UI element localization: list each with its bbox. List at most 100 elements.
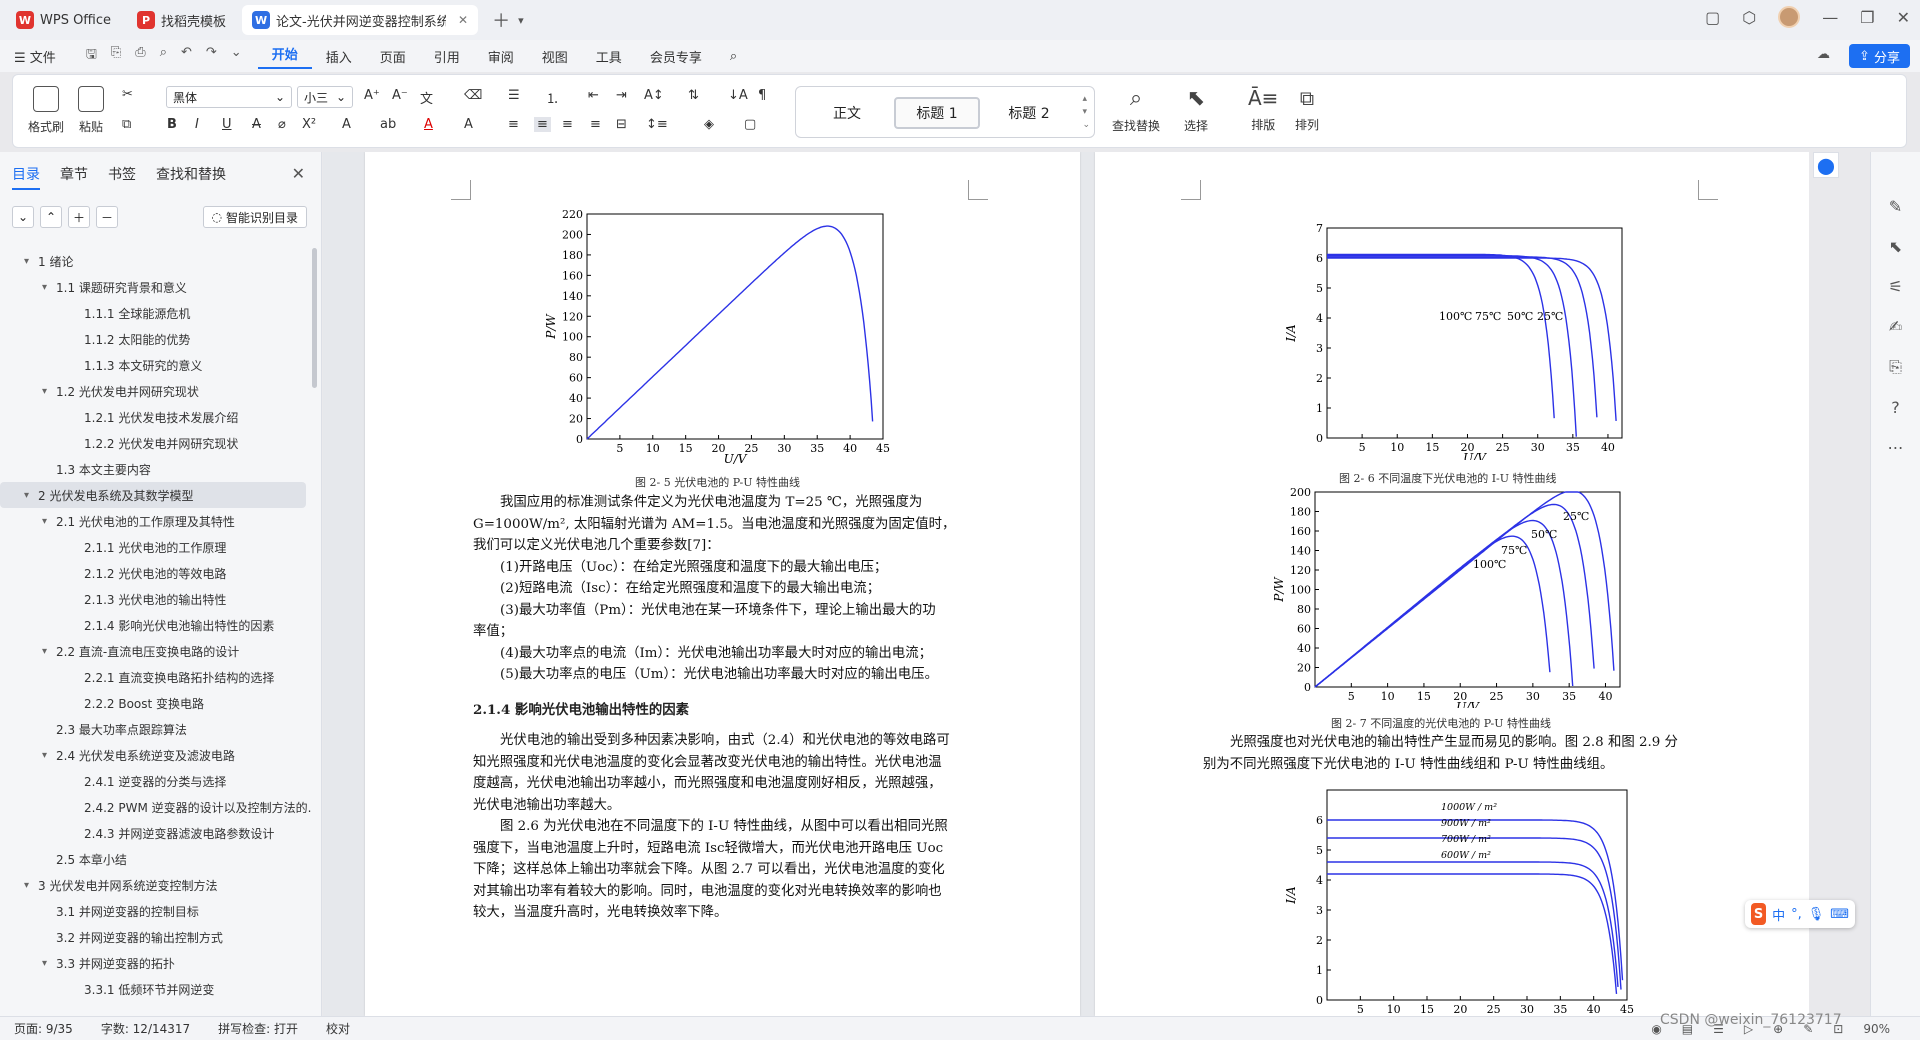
menu-start[interactable]: 开始	[257, 44, 312, 69]
tab-chapter[interactable]: 章节	[60, 164, 88, 190]
restore-icon[interactable]: ❐	[1860, 8, 1874, 27]
zoom-level[interactable]: 90%	[1863, 1022, 1890, 1036]
sliders-icon[interactable]: ⚟	[1888, 277, 1902, 296]
tab-wps-office[interactable]: W WPS Office	[6, 5, 121, 35]
toc-item[interactable]: 3.2 并网逆变器的输出控制方式	[0, 924, 312, 950]
file-menu[interactable]: ☰ 文件	[0, 47, 70, 66]
expand-arrow-icon[interactable]: ▾	[42, 958, 56, 969]
punctuation-icon[interactable]: °,	[1791, 907, 1802, 922]
paste-button[interactable]: 粘贴	[78, 86, 104, 135]
chevron-down-icon[interactable]: ⌄	[231, 45, 242, 67]
toc-item[interactable]: 3.1 并网逆变器的控制目标	[0, 898, 312, 924]
review-icon[interactable]: ⎘	[1889, 357, 1902, 377]
new-tab-icon[interactable]: ＋	[492, 7, 510, 33]
menu-page[interactable]: 页面	[366, 47, 420, 66]
font-shrink-icon[interactable]: A⁻	[392, 88, 408, 103]
proofread[interactable]: 校对	[312, 1020, 364, 1037]
style-heading-2[interactable]: 标题 2	[986, 97, 1072, 129]
toc-item[interactable]: 2.4.2 PWM 逆变器的设计以及控制方法的...	[0, 794, 312, 820]
page-count[interactable]: 页面: 9/35	[0, 1020, 87, 1037]
preview-icon[interactable]: ⌕	[160, 45, 167, 67]
expand-arrow-icon[interactable]: ▾	[24, 490, 38, 501]
more-icon[interactable]: ⋯	[1888, 438, 1904, 457]
menu-review[interactable]: 审阅	[474, 47, 528, 66]
cloud-icon[interactable]: ☁	[1817, 47, 1830, 62]
toc-item[interactable]: ▾ 2.1 光伏电池的工作原理及其特性	[0, 508, 312, 534]
strikethrough-icon[interactable]: A	[252, 117, 261, 132]
line-spacing-icon[interactable]: ↕≡	[646, 117, 668, 132]
italic-icon[interactable]: I	[195, 117, 199, 132]
align-left-icon[interactable]: ≡	[508, 117, 519, 132]
toc-item[interactable]: ▾ 1.2 光伏发电并网研究现状	[0, 378, 312, 404]
align-right-icon[interactable]: ≡	[562, 117, 573, 132]
close-icon[interactable]: ✕	[292, 164, 305, 183]
text-direction-icon[interactable]: A↕	[644, 88, 664, 103]
toc-item[interactable]: 1.2.1 光伏发电技术发展介绍	[0, 404, 312, 430]
find-replace-button[interactable]: ⌕ 查找替换	[1112, 86, 1160, 134]
copy-icon[interactable]: ⧉	[122, 117, 131, 132]
chevron-down-icon[interactable]: ▾	[518, 14, 524, 27]
font-size-select[interactable]: 小三 ⌄	[297, 86, 353, 108]
tab-toc[interactable]: 目录	[12, 164, 40, 190]
minimize-icon[interactable]: —	[1822, 8, 1838, 27]
keyboard-icon[interactable]: ⌨	[1830, 907, 1849, 922]
font-name-select[interactable]: 黑体 ⌄	[166, 86, 292, 108]
toc-item[interactable]: 2.4.1 逆变器的分类与选择	[0, 768, 312, 794]
expand-arrow-icon[interactable]: ▾	[42, 750, 56, 761]
menu-tools[interactable]: 工具	[582, 47, 636, 66]
toc-item[interactable]: 2.3 最大功率点跟踪算法	[0, 716, 312, 742]
pointer-icon[interactable]: ⬉	[1889, 237, 1902, 256]
ime-mode[interactable]: 中	[1772, 905, 1785, 924]
toc-item[interactable]: 1.2.2 光伏发电并网研究现状	[0, 430, 312, 456]
bold-icon[interactable]: B	[167, 117, 177, 132]
toc-item[interactable]: 3.3.2 高频环节并网逆变	[0, 1002, 312, 1008]
help-icon[interactable]: ?	[1891, 398, 1900, 417]
style-heading-1[interactable]: 标题 1	[894, 97, 980, 129]
cube-icon[interactable]: ⬡	[1742, 8, 1756, 27]
expand-arrow-icon[interactable]: ▾	[24, 256, 38, 267]
export-icon[interactable]: ⎘	[111, 45, 121, 67]
spell-check[interactable]: 拼写检查: 打开	[204, 1020, 312, 1037]
toc-item[interactable]: ▾ 1.1 课题研究背景和意义	[0, 274, 312, 300]
expand-arrow-icon[interactable]: ▾	[42, 646, 56, 657]
toc-item[interactable]: 2.1.1 光伏电池的工作原理	[0, 534, 312, 560]
bullet-list-icon[interactable]: ☰	[508, 88, 520, 103]
arrange-button[interactable]: ⧉ 排列	[1295, 86, 1319, 133]
style-scroll-icon[interactable]: ▴ ▾ ⌄	[1082, 93, 1090, 132]
search-icon[interactable]: ⌕	[716, 49, 751, 64]
sort-icon[interactable]: ⇅	[688, 88, 699, 103]
expand-arrow-icon[interactable]: ▾	[24, 880, 38, 891]
align-center-icon[interactable]: ≡	[534, 117, 551, 132]
menu-insert[interactable]: 插入	[312, 47, 366, 66]
toc-item[interactable]: 1.1.3 本文研究的意义	[0, 352, 312, 378]
font-grow-icon[interactable]: A⁺	[364, 88, 380, 103]
toc-item[interactable]: 2.2.1 直流变换电路拓扑结构的选择	[0, 664, 312, 690]
document-canvas[interactable]: 0 20 40 60 80 100 120 140 160 180 200 220 5 10 15 20 25 3…	[323, 152, 1809, 1016]
indent-icon[interactable]: ⇥	[616, 88, 627, 103]
menu-member[interactable]: 会员专享	[636, 47, 716, 66]
sort-az-icon[interactable]: ↓A	[728, 88, 748, 103]
add-icon[interactable]: ＋	[68, 206, 90, 228]
shading-icon[interactable]: ◈	[704, 117, 714, 132]
toc-item[interactable]: ▾ 3 光伏发电并网系统逆变控制方法	[0, 872, 312, 898]
toc-item[interactable]: 2.1.2 光伏电池的等效电路	[0, 560, 312, 586]
toc-item[interactable]: 1.1.2 太阳能的优势	[0, 326, 312, 352]
layout-icon[interactable]: ▢	[1705, 8, 1720, 27]
toc-item[interactable]: 2.5 本章小结	[0, 846, 312, 872]
expand-arrow-icon[interactable]: ▾	[42, 516, 56, 527]
sogou-logo-icon[interactable]: S	[1751, 903, 1767, 925]
highlight-icon[interactable]: ab	[380, 117, 396, 132]
toc-item[interactable]: 2.4.3 并网逆变器滤波电路参数设计	[0, 820, 312, 846]
collapse-icon[interactable]: ⌄	[12, 206, 34, 228]
location-icon[interactable]: ⬤	[1813, 152, 1839, 178]
underline-icon[interactable]: U	[222, 117, 232, 132]
toc-item[interactable]: 3.3.1 低频环节并网逆变	[0, 976, 312, 1002]
toc-scrollbar[interactable]	[312, 248, 317, 388]
save-icon[interactable]: 🖫	[86, 45, 97, 67]
number-list-icon[interactable]: ⒈	[546, 88, 559, 107]
toc-item[interactable]: ▾ 2.4 光伏发电系统逆变及滤波电路	[0, 742, 312, 768]
toc-item[interactable]: ▾ 2 光伏发电系统及其数学模型	[0, 482, 306, 508]
select-button[interactable]: ⬉ 选择	[1184, 86, 1208, 134]
close-window-icon[interactable]: ✕	[1897, 8, 1910, 27]
print-icon[interactable]: ⎙	[135, 45, 145, 67]
